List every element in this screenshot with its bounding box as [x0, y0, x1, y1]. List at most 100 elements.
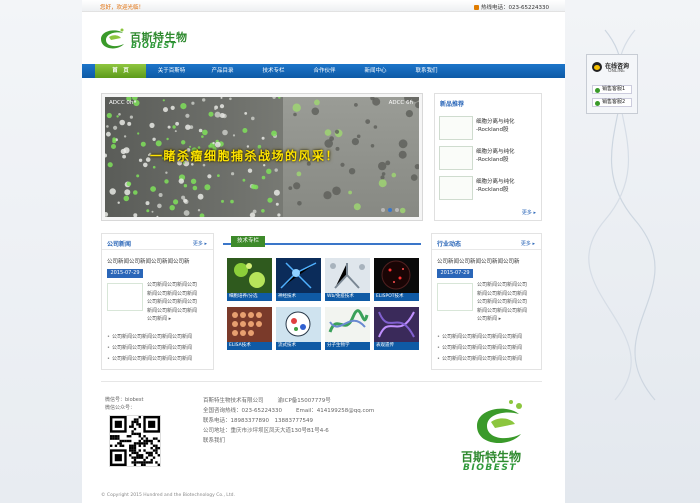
- news-read-more[interactable]: 公司新闻 ▸: [477, 315, 529, 324]
- tech-label: 分子生物学: [325, 342, 370, 350]
- online-service-header: 在线咨询 ONLINE: [587, 55, 637, 79]
- elispot-icon: [374, 258, 419, 293]
- company-news-list: 公司新闻公司新闻公司新闻公司新闻 公司新闻公司新闻公司新闻公司新闻 公司新闻公司…: [107, 332, 199, 365]
- news-body-line: 新闻公司新闻公司新闻: [147, 290, 198, 297]
- new-products-more-link[interactable]: 更多 ▸: [522, 209, 536, 216]
- tech-label: 细胞培养/分选: [227, 293, 272, 301]
- news-body-line: 公司新闻公司新闻公司: [147, 282, 198, 288]
- new-products-panel: 新品推荐 细胞分离与纯化 -Rockland股 细胞分离与纯化 -Rockland股…: [434, 93, 542, 221]
- industry-news-headline[interactable]: 公司新闻公司新闻公司新闻公司新: [437, 257, 520, 265]
- tech-header: 技术专栏: [223, 233, 421, 247]
- list-item[interactable]: 公司新闻公司新闻公司新闻公司新闻: [437, 354, 529, 365]
- product-item[interactable]: 细胞分离与纯化 -Rockland股: [439, 116, 539, 140]
- wechat-account: 微信公众号：: [105, 405, 136, 411]
- product-thumbnail: [439, 116, 473, 140]
- industry-news-panel: 行业动态 更多 ▸ 公司新闻公司新闻公司新闻公司新 2015-07-29 公司新…: [431, 233, 542, 370]
- product-brand: -Rockland股: [476, 127, 509, 133]
- tech-item-wb[interactable]: Wb/免疫技术: [325, 258, 370, 301]
- banner-label-right: ADCC 6h: [388, 100, 413, 106]
- product-name: 细胞分离与纯化: [476, 149, 515, 155]
- hero-banner[interactable]: ADCC 0h ADCC 6h 一睹杀瘤细胞捕杀战场的风采！: [101, 93, 423, 221]
- online-service-subtitle: ONLINE: [608, 69, 625, 74]
- welcome-text: 您好，欢迎光临！: [100, 5, 145, 11]
- list-item[interactable]: 公司新闻公司新闻公司新闻公司新闻: [437, 343, 529, 354]
- product-name: 细胞分离与纯化: [476, 179, 515, 185]
- industry-news-date: 2015-07-29: [437, 269, 473, 278]
- tech-label: ELISA技术: [227, 342, 272, 350]
- icp-number[interactable]: 渝ICP备15007779号: [278, 398, 331, 404]
- news-body-line: 公司新闻公司新闻公司: [147, 299, 198, 305]
- list-item[interactable]: 公司新闻公司新闻公司新闻公司新闻: [437, 332, 529, 343]
- tech-item-cell-culture[interactable]: 细胞培养/分选: [227, 258, 272, 301]
- tech-item-neuro[interactable]: 神经技术: [276, 258, 321, 301]
- news-body-line: 新闻公司新闻公司新闻: [147, 307, 198, 314]
- new-products-title: 新品推荐: [440, 101, 465, 108]
- biobest-logo-icon: [101, 28, 124, 49]
- sales-service-1-button[interactable]: 销售客服1: [592, 85, 632, 94]
- qr-code-icon: [109, 415, 161, 467]
- banner-dot[interactable]: [395, 208, 399, 212]
- tech-grid: 细胞培养/分选 神经技术 Wb/免疫技术 ELISPOT技术 ELISA技术 流…: [227, 258, 421, 350]
- company-news-headline[interactable]: 公司新闻公司新闻公司新闻公司新: [107, 257, 190, 265]
- tech-label: Wb/免疫技术: [325, 293, 370, 301]
- nav-about[interactable]: 关于百斯特: [146, 64, 197, 78]
- list-item[interactable]: 公司新闻公司新闻公司新闻公司新闻: [107, 332, 199, 343]
- tech-tab[interactable]: 技术专栏: [231, 236, 265, 247]
- logo-english-name: BIOBEST: [131, 41, 177, 50]
- phone-icon: [474, 4, 480, 10]
- elisa-plate-icon: [227, 307, 272, 342]
- neuron-icon: [276, 258, 321, 293]
- company-news-date: 2015-07-29: [107, 269, 143, 278]
- product-brand: -Rockland股: [476, 187, 509, 193]
- banner-dots: [381, 208, 399, 212]
- tech-label: 流式技术: [276, 342, 321, 350]
- list-item[interactable]: 公司新闻公司新闻公司新闻公司新闻: [107, 354, 199, 365]
- footer-email[interactable]: Email：414199258@qq.com: [296, 408, 374, 414]
- footer-hotline: 全国咨询热线：023-65224330: [203, 408, 282, 414]
- top-bar: 您好，欢迎光临！ 热线电话：023-65224330: [82, 0, 565, 12]
- tech-item-elisa[interactable]: ELISA技术: [227, 307, 272, 350]
- tech-item-epigenetics[interactable]: 表观遗传: [374, 307, 419, 350]
- footer-wechat: 微信号：biobest 微信公众号：: [105, 396, 143, 412]
- banner-dot[interactable]: [381, 208, 385, 212]
- main-nav: 首 页 关于百斯特 产品目录 技术专栏 合作伙伴 新闻中心 联系我们: [82, 64, 565, 78]
- tech-label: ELISPOT技术: [374, 293, 419, 301]
- nav-contact[interactable]: 联系我们: [401, 64, 452, 78]
- company-news-panel: 公司新闻 更多 ▸ 公司新闻公司新闻公司新闻公司新 2015-07-29 公司新…: [101, 233, 214, 370]
- industry-news-title: 行业动态: [437, 241, 462, 248]
- product-item[interactable]: 细胞分离与纯化 -Rockland股: [439, 176, 539, 200]
- news-body-line: 新闻公司新闻公司新闻: [477, 307, 528, 314]
- product-text: 细胞分离与纯化 -Rockland股: [476, 178, 538, 194]
- biobest-footer-logo-icon: [477, 400, 522, 444]
- sales-service-2-button[interactable]: 销售客服2: [592, 98, 632, 107]
- nav-tech[interactable]: 技术专栏: [248, 64, 299, 78]
- tech-item-flow[interactable]: 流式技术: [276, 307, 321, 350]
- banner-dot-active[interactable]: [388, 208, 392, 212]
- nav-home[interactable]: 首 页: [95, 64, 146, 78]
- list-item[interactable]: 公司新闻公司新闻公司新闻公司新闻: [107, 343, 199, 354]
- nav-news[interactable]: 新闻中心: [350, 64, 401, 78]
- company-news-thumbnail[interactable]: [107, 283, 143, 311]
- company-name: 百斯特生物技术有限公司: [203, 398, 264, 404]
- tech-item-molecular[interactable]: 分子生物学: [325, 307, 370, 350]
- footer-info: 百斯特生物技术有限公司 渝ICP备15007779号 全国咨询热线：023-652…: [203, 396, 374, 446]
- wechat-id: 微信号：biobest: [105, 397, 144, 403]
- news-body-line: 新闻公司新闻公司新闻: [477, 290, 528, 297]
- industry-news-more-link[interactable]: 更多 ▸: [521, 240, 535, 247]
- tech-item-elispot[interactable]: ELISPOT技术: [374, 258, 419, 301]
- product-text: 细胞分离与纯化 -Rockland股: [476, 118, 538, 134]
- footer-divider: [101, 381, 542, 382]
- protein-icon: [325, 307, 370, 342]
- site-logo[interactable]: 百斯特生物 BIOBEST: [97, 26, 207, 52]
- footer-logo: 百斯特生物 BIOBEST: [457, 398, 537, 474]
- nav-partners[interactable]: 合作伙伴: [299, 64, 350, 78]
- industry-news-thumbnail[interactable]: [437, 283, 473, 311]
- footer-contact-link[interactable]: 联系我们: [203, 436, 374, 446]
- news-read-more[interactable]: 公司新闻 ▸: [147, 315, 199, 324]
- footer-phone: 联系电话：18983377890 13883777549: [203, 418, 313, 424]
- company-news-more-link[interactable]: 更多 ▸: [193, 240, 207, 247]
- product-item[interactable]: 细胞分离与纯化 -Rockland股: [439, 146, 539, 170]
- online-service-widget: 在线咨询 ONLINE 销售客服1 销售客服2: [586, 54, 638, 114]
- product-brand: -Rockland股: [476, 157, 509, 163]
- nav-products[interactable]: 产品目录: [197, 64, 248, 78]
